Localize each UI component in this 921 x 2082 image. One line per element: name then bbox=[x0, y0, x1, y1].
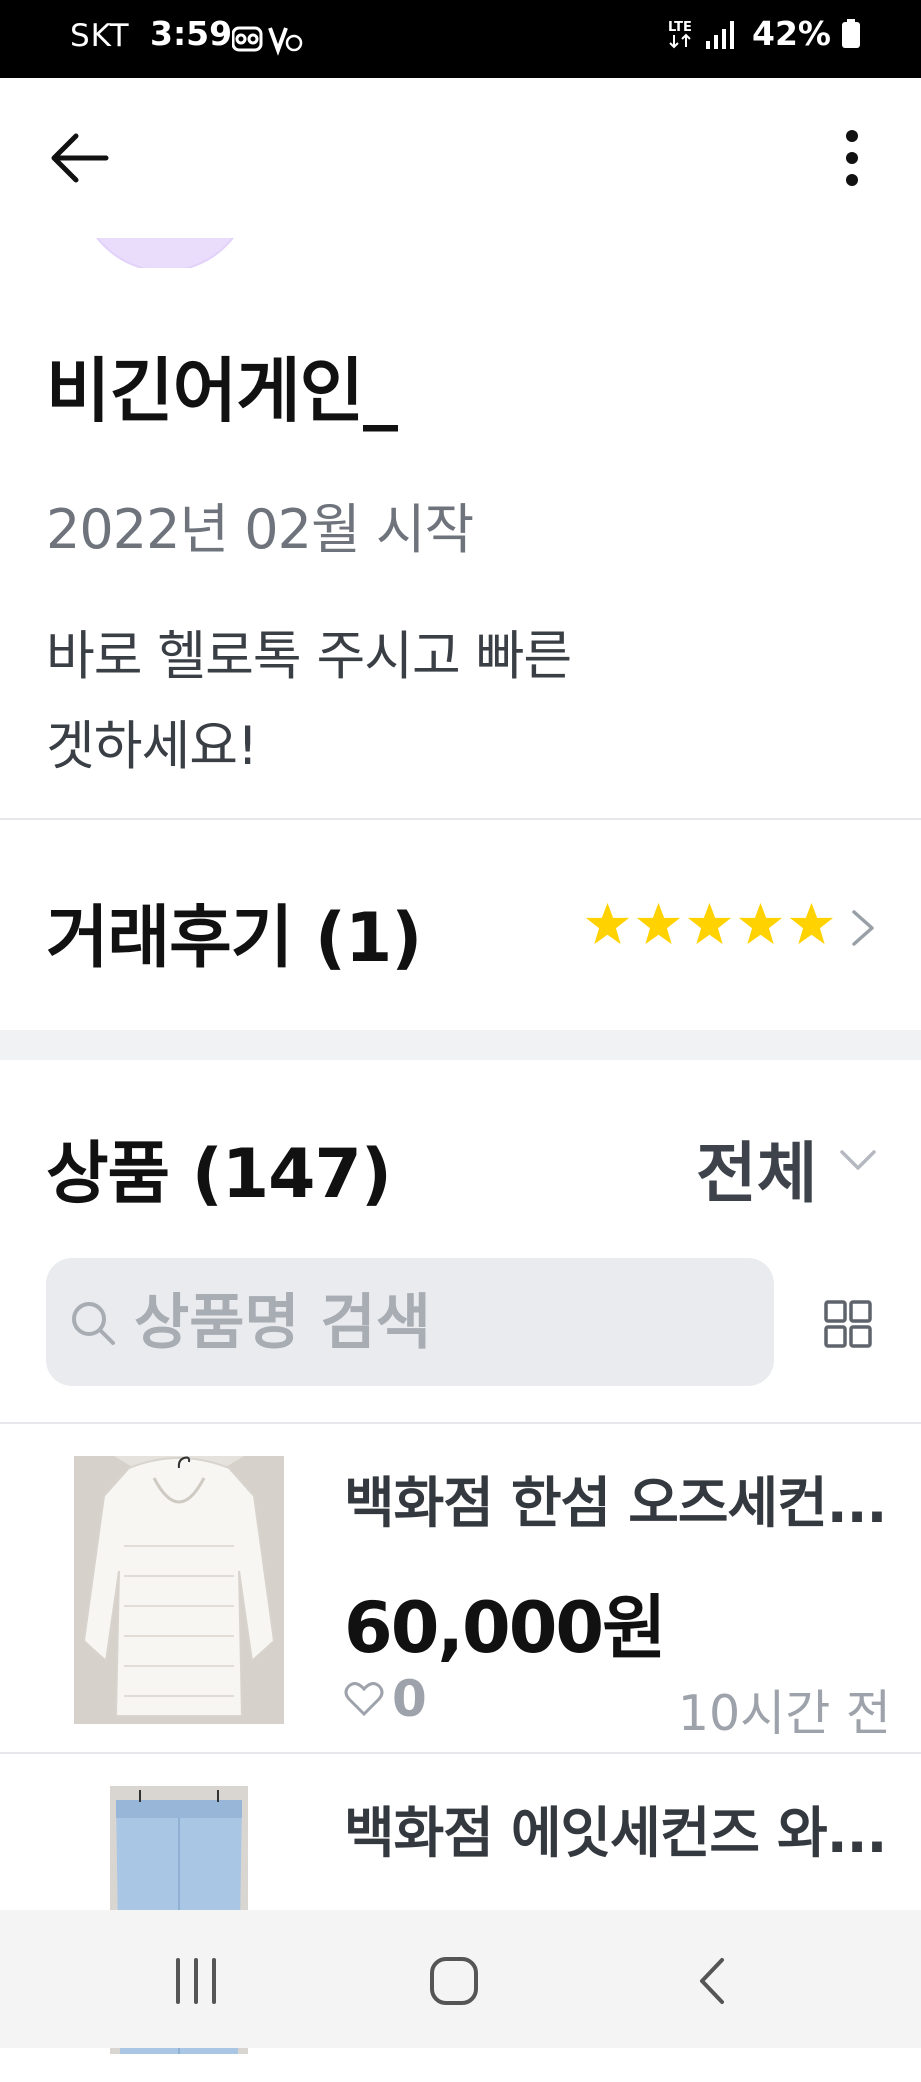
filter-dropdown[interactable]: 전체 bbox=[696, 1120, 817, 1216]
lte-signal-icon: LTE bbox=[668, 20, 734, 49]
posted-time: 10시간 전 bbox=[677, 1685, 891, 1742]
chevron-down-icon[interactable] bbox=[838, 1148, 878, 1174]
avatar bbox=[78, 238, 248, 268]
star-rating bbox=[584, 900, 835, 947]
product-title: 백화점 에잇세컨즈 와... bbox=[344, 1801, 887, 1865]
clock: 3:59 bbox=[150, 14, 233, 53]
reviews-row[interactable]: 거래후기 (1) bbox=[0, 820, 921, 1030]
star-icon bbox=[738, 902, 783, 945]
back-arrow-icon bbox=[51, 133, 109, 183]
home-icon[interactable] bbox=[424, 1954, 484, 2008]
star-icon bbox=[585, 902, 630, 945]
more-options-button[interactable] bbox=[830, 126, 874, 190]
more-vertical-icon bbox=[846, 130, 858, 186]
product-thumbnail bbox=[74, 1456, 284, 1724]
system-back-icon[interactable] bbox=[682, 1954, 742, 2008]
battery-icon bbox=[842, 18, 860, 48]
status-indicators: LTE 42% bbox=[668, 14, 861, 53]
star-icon bbox=[687, 902, 732, 945]
like-count: 0 bbox=[344, 1670, 427, 1728]
search-icon bbox=[72, 1302, 115, 1345]
recent-apps-icon[interactable] bbox=[166, 1954, 226, 2008]
star-icon bbox=[636, 902, 681, 945]
member-since: 2022년 02월 시작 bbox=[46, 498, 474, 561]
profile-name: 비긴어게인_ bbox=[46, 350, 398, 432]
search-box[interactable] bbox=[46, 1258, 774, 1386]
like-count-value: 0 bbox=[392, 1670, 427, 1728]
products-title: 상품 (147) bbox=[46, 1135, 392, 1214]
back-button[interactable] bbox=[46, 128, 116, 188]
product-list-item[interactable]: 백화점 한섬 오즈세컨... 60,000원 0 10시간 전 bbox=[0, 1424, 921, 1752]
bio-line: 바로 헬로톡 주시고 빠른 bbox=[46, 626, 572, 687]
reviews-title: 거래후기 (1) bbox=[46, 899, 422, 978]
status-bar: SKT 3:59 LTE 42% bbox=[0, 0, 921, 78]
svg-text:LTE: LTE bbox=[668, 20, 692, 35]
search-input[interactable] bbox=[132, 1276, 756, 1370]
bio-line: 겟하세요! bbox=[46, 716, 258, 777]
product-price: 60,000원 bbox=[344, 1587, 667, 1669]
system-nav-bar bbox=[0, 1910, 921, 2048]
grid-view-icon[interactable] bbox=[824, 1300, 872, 1348]
profile-bio: 바로 헬로톡 주시고 빠른 겟하세요! bbox=[46, 612, 806, 792]
chevron-right-icon bbox=[852, 910, 874, 946]
product-title: 백화점 한섬 오즈세컨... bbox=[344, 1471, 887, 1535]
battery-percentage: 42% bbox=[752, 14, 831, 53]
heart-outline-icon bbox=[344, 1682, 384, 1717]
section-separator bbox=[0, 1030, 921, 1060]
top-app-bar bbox=[0, 78, 921, 238]
star-icon bbox=[789, 902, 834, 945]
voicemail-icon bbox=[231, 24, 312, 60]
carrier-label: SKT bbox=[70, 18, 130, 54]
